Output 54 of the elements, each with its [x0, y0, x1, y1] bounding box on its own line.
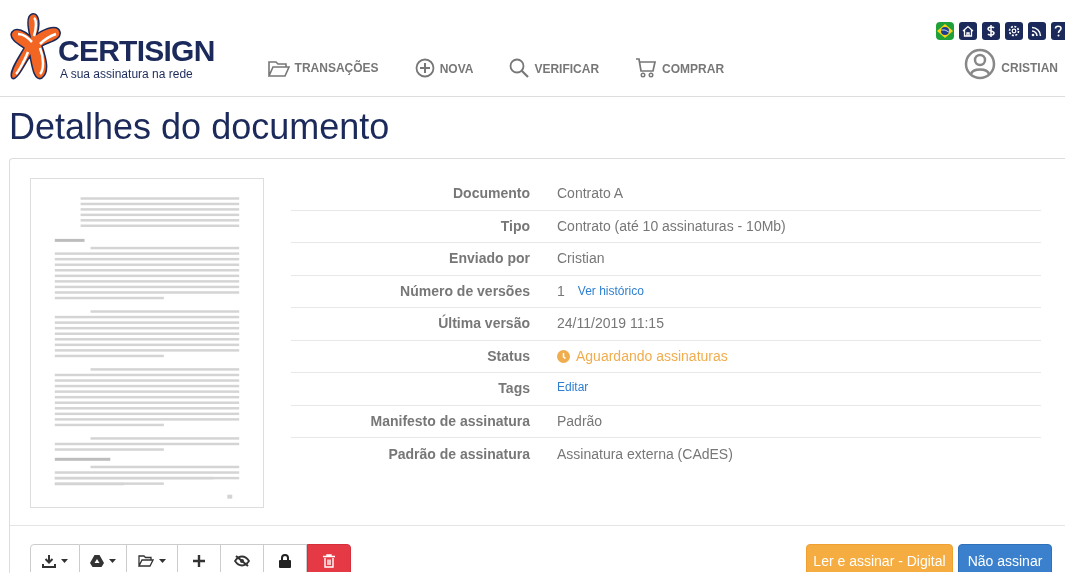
download-icon — [42, 554, 56, 568]
rss-icon[interactable] — [1028, 22, 1046, 40]
eye-slash-icon — [234, 555, 250, 567]
caret-icon — [159, 559, 166, 563]
field-label: Status — [486, 346, 530, 366]
settings-icon[interactable] — [1005, 22, 1023, 40]
caret-icon — [61, 559, 68, 563]
nav-link[interactable]: COMPRAR — [635, 58, 725, 78]
logo-tagline: A sua assinatura na rede — [60, 66, 194, 82]
search-icon — [509, 58, 530, 78]
brazil-flag-icon[interactable] — [936, 22, 954, 40]
field-label: Padrão de assinatura — [387, 444, 530, 464]
add-button[interactable] — [178, 544, 221, 572]
folder-dropdown-button[interactable] — [127, 544, 178, 572]
plus-circle-icon — [414, 58, 435, 78]
field-label: Tipo — [499, 216, 530, 236]
field-label: Tags — [497, 379, 530, 399]
history-link[interactable]: Ver histórico — [577, 282, 644, 301]
dollar-icon[interactable] — [982, 22, 1000, 40]
user-name[interactable]: CRISTIAN — [1001, 59, 1058, 77]
home-icon[interactable] — [959, 22, 977, 40]
hide-button[interactable] — [221, 544, 264, 572]
action-button[interactable]: Não assinar — [958, 544, 1052, 572]
logo-wordmark: CERTISIGN — [58, 36, 215, 66]
download-dropdown-button[interactable] — [30, 544, 80, 572]
field-value: Contrato A — [557, 184, 624, 204]
field-label: Documento — [452, 184, 530, 204]
field-label: Enviado por — [448, 249, 530, 269]
drive-icon — [90, 555, 104, 567]
nav-link[interactable]: TRANSAÇÕES — [267, 59, 379, 77]
folder-icon — [267, 61, 290, 77]
folder-icon — [138, 555, 154, 567]
lock-icon — [279, 554, 291, 568]
help-icon[interactable] — [1051, 22, 1065, 40]
field-label: Última versão — [437, 313, 530, 334]
nav-link[interactable]: NOVA — [414, 58, 474, 78]
cart-icon — [635, 58, 658, 78]
field-value: Cristian — [557, 249, 605, 269]
trash-icon — [323, 554, 335, 568]
field-value: 24/11/2019 11:15 — [557, 314, 664, 334]
field-value: Padrão — [557, 411, 603, 431]
field-label: Manifesto de assinatura — [369, 411, 530, 431]
page-title: Detalhes do documento — [9, 107, 391, 147]
caret-icon — [109, 559, 116, 563]
plus-icon — [193, 555, 205, 567]
nav-link[interactable]: VERIFICAR — [509, 58, 600, 78]
field-label: Número de versões — [399, 281, 530, 301]
edit-tags-link[interactable]: Editar — [557, 377, 589, 396]
field-value: 1 — [557, 281, 565, 301]
field-value: Contrato (até 10 assinaturas - 10Mb) — [557, 216, 786, 236]
field-value: Assinatura externa (CAdES) — [557, 444, 733, 464]
user-avatar-icon[interactable] — [964, 48, 997, 80]
drive-dropdown-button[interactable] — [80, 544, 127, 572]
status-text: Aguardando assinaturas — [576, 346, 728, 366]
